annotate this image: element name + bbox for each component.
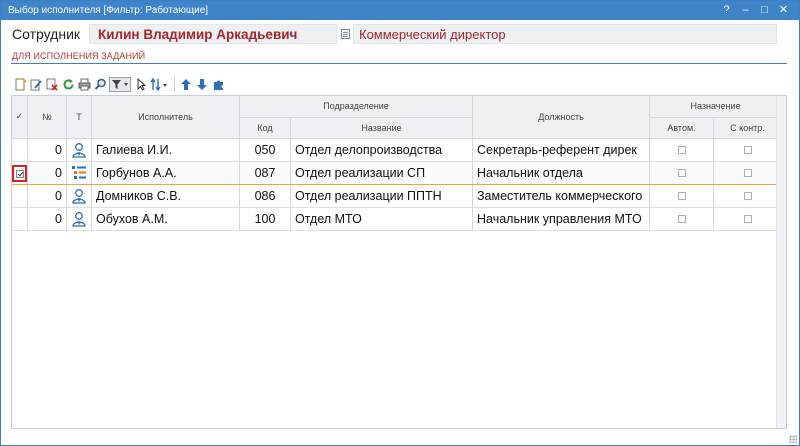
sort-icon[interactable]: [150, 77, 170, 91]
row-executor: Домников С.В.: [91, 184, 240, 208]
row-auto-cell[interactable]: [649, 207, 714, 231]
row-executor: Горбунов А.А.: [91, 161, 240, 185]
title-bar[interactable]: Выбор исполнителя [Фильтр: Работающие] ?…: [1, 1, 799, 20]
user-icon: [72, 142, 86, 158]
header-dept-code[interactable]: Код: [239, 117, 291, 139]
row-number: 0: [27, 138, 67, 162]
header-type[interactable]: Т: [66, 96, 92, 139]
row-dept-name: Отдел делопроизводства: [290, 138, 473, 162]
header-executor[interactable]: Исполнитель: [91, 96, 240, 139]
header-with-control[interactable]: С контр.: [713, 117, 782, 139]
with-control-checkbox[interactable]: [743, 192, 752, 201]
row-dept-name: Отдел реализации ППТН: [290, 184, 473, 208]
header-check[interactable]: ✓: [12, 96, 28, 139]
delete-icon[interactable]: [45, 77, 59, 91]
row-control-cell[interactable]: [713, 184, 782, 208]
row-select-cell[interactable]: [12, 184, 28, 208]
header-dept-name[interactable]: Название: [290, 117, 473, 139]
cursor-icon[interactable]: [134, 77, 148, 91]
arrow-down-icon[interactable]: [195, 77, 209, 91]
puzzle-icon[interactable]: [211, 77, 225, 91]
row-executor: Обухов А.М.: [91, 207, 240, 231]
new-icon[interactable]: [13, 77, 27, 91]
edit-icon[interactable]: [29, 77, 43, 91]
toolbar-separator: [174, 77, 175, 91]
executor-selection-window: Выбор исполнителя [Фильтр: Работающие] ?…: [0, 0, 800, 446]
window-title: Выбор исполнителя [Фильтр: Работающие]: [8, 5, 209, 16]
tab-for-task-execution[interactable]: ДЛЯ ИСПОЛНЕНИЯ ЗАДАНИЙ: [12, 51, 145, 61]
row-number: 0: [27, 161, 67, 185]
arrow-up-icon[interactable]: [179, 77, 193, 91]
row-number: 0: [27, 207, 67, 231]
row-number: 0: [27, 184, 67, 208]
employee-header: Сотрудник Килин Владимир Аркадьевич Комм…: [1, 20, 799, 48]
row-executor: Галиева И.И.: [91, 138, 240, 162]
employee-name-field[interactable]: Килин Владимир Аркадьевич: [89, 24, 337, 44]
row-position: Заместитель коммерческого: [472, 184, 650, 208]
row-auto-cell[interactable]: [649, 184, 714, 208]
row-dept-name: Отдел реализации СП: [290, 161, 473, 185]
executors-table: ✓ № Т Исполнитель Подразделение Должност…: [12, 96, 782, 231]
row-select-cell[interactable]: [12, 207, 28, 231]
auto-checkbox[interactable]: [677, 215, 686, 224]
header-assignment[interactable]: Назначение: [649, 96, 782, 118]
with-control-checkbox[interactable]: [743, 169, 752, 178]
close-button[interactable]: ✕: [774, 1, 793, 20]
with-control-checkbox[interactable]: [743, 146, 752, 155]
filter-icon[interactable]: [109, 76, 131, 92]
row-dept-code: 100: [239, 207, 291, 231]
auto-checkbox[interactable]: [677, 146, 686, 155]
user-icon: [72, 188, 86, 204]
header-number[interactable]: №: [27, 96, 67, 139]
row-position: Начальник отдела: [472, 161, 650, 185]
tab-underline: [11, 63, 787, 64]
row-control-cell[interactable]: [713, 207, 782, 231]
group-list-icon: [72, 165, 86, 179]
row-select-cell[interactable]: [12, 161, 28, 185]
search-icon[interactable]: [93, 77, 107, 91]
row-auto-cell[interactable]: [649, 138, 714, 162]
table-row-selected[interactable]: 0 Горбунов А.А. 087 Отдел реализации СП …: [12, 161, 782, 185]
table-row[interactable]: 0 Обухов А.М. 100 Отдел МТО Начальник уп…: [12, 207, 782, 231]
row-position: Секретарь-референт дирек: [472, 138, 650, 162]
row-dept-code: 087: [239, 161, 291, 185]
row-checkbox-checked[interactable]: [15, 169, 24, 178]
row-auto-cell[interactable]: [649, 161, 714, 185]
with-control-checkbox[interactable]: [743, 215, 752, 224]
resize-grip-icon[interactable]: [789, 435, 797, 443]
grid-toolbar: [13, 76, 227, 92]
row-position: Начальник управления МТО: [472, 207, 650, 231]
employee-position-field[interactable]: Коммерческий директор: [353, 24, 777, 44]
auto-checkbox[interactable]: [677, 169, 686, 178]
row-type-cell: [66, 138, 92, 162]
header-position[interactable]: Должность: [472, 96, 650, 139]
row-select-highlight[interactable]: [12, 165, 27, 182]
table-row[interactable]: 0 Домников С.В. 086 Отдел реализации ППТ…: [12, 184, 782, 208]
auto-checkbox[interactable]: [677, 192, 686, 201]
row-type-cell: [66, 207, 92, 231]
row-type-cell: [66, 161, 92, 185]
table-row[interactable]: 0 Галиева И.И. 050 Отдел делопроизводств…: [12, 138, 782, 162]
minimize-button[interactable]: –: [736, 1, 755, 20]
executors-grid[interactable]: ✓ № Т Исполнитель Подразделение Должност…: [11, 95, 787, 429]
header-department[interactable]: Подразделение: [239, 96, 473, 118]
row-dept-name: Отдел МТО: [290, 207, 473, 231]
row-control-cell[interactable]: [713, 161, 782, 185]
user-icon: [72, 211, 86, 227]
help-button[interactable]: ?: [717, 1, 736, 20]
row-dept-code: 086: [239, 184, 291, 208]
maximize-button[interactable]: □: [755, 1, 774, 20]
vertical-scrollbar[interactable]: [776, 96, 786, 428]
refresh-icon[interactable]: [61, 77, 75, 91]
row-type-cell: [66, 184, 92, 208]
document-icon[interactable]: [341, 29, 350, 39]
header-auto[interactable]: Автом.: [649, 117, 714, 139]
print-icon[interactable]: [77, 77, 91, 91]
row-dept-code: 050: [239, 138, 291, 162]
employee-label: Сотрудник: [12, 26, 81, 42]
row-control-cell[interactable]: [713, 138, 782, 162]
row-select-cell[interactable]: [12, 138, 28, 162]
